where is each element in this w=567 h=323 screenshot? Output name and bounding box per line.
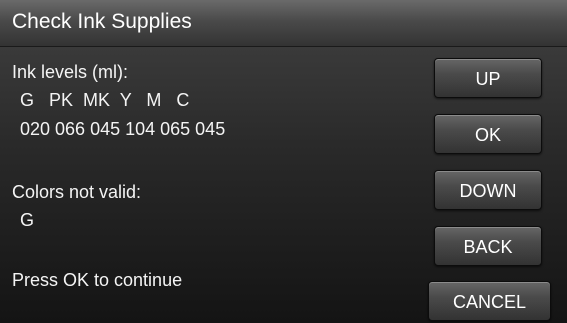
invalid-colors-value: G [20,210,35,230]
continue-prompt: Press OK to continue [12,270,183,290]
cancel-button[interactable]: CANCEL [428,281,551,321]
title-bar: Check Ink Supplies [0,0,567,47]
page-title: Check Ink Supplies [12,10,192,33]
invalid-colors-label: Colors not valid: [12,182,142,202]
ok-button[interactable]: OK [434,114,542,154]
ink-values-row: 020 066 045 104 065 045 [20,119,226,139]
ink-colors-row: G PK MK Y M C [20,90,190,110]
ink-levels-label: Ink levels (ml): [12,62,129,82]
ink-supplies-screen: Check Ink Supplies Ink levels (ml): G PK… [0,0,567,323]
back-button[interactable]: BACK [434,226,542,266]
up-button[interactable]: UP [434,58,542,98]
down-button[interactable]: DOWN [434,170,542,210]
